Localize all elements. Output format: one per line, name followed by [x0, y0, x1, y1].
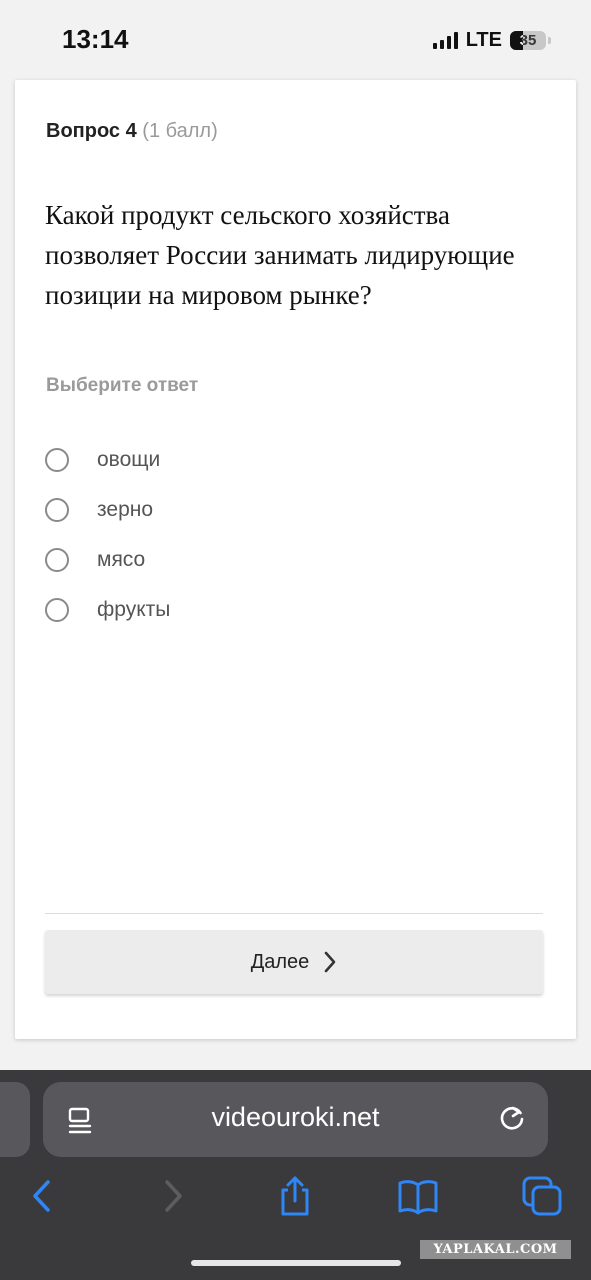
- next-button-label: Далее: [250, 950, 310, 973]
- question-card: Вопрос 4 (1 балл) Какой продукт сельског…: [15, 80, 576, 1039]
- radio-button[interactable]: [45, 448, 69, 472]
- radio-button[interactable]: [45, 548, 69, 572]
- previous-tab-preview[interactable]: [0, 1082, 30, 1157]
- divider: [45, 913, 543, 914]
- answer-option-label: мясо: [97, 548, 146, 571]
- status-indicators: LTE 35: [432, 26, 551, 54]
- back-button[interactable]: [21, 1174, 65, 1218]
- back-icon: [33, 1180, 50, 1212]
- bookmarks-icon: [398, 1180, 438, 1215]
- battery-level: 35: [519, 31, 537, 49]
- status-time: 13:14: [62, 24, 129, 54]
- answer-option-label: овощи: [97, 448, 161, 471]
- signal-icon: [432, 31, 458, 49]
- answer-option-label: зерно: [97, 498, 154, 521]
- answer-option-label: фрукты: [97, 598, 171, 621]
- next-button[interactable]: Далее: [45, 930, 543, 994]
- reload-icon[interactable]: [496, 1102, 528, 1134]
- answer-option[interactable]: фрукты: [45, 585, 545, 635]
- answer-options: овощи зерно мясо фрукты: [45, 435, 545, 635]
- status-bar: 13:14 LTE 35: [0, 0, 591, 72]
- network-type: LTE: [465, 28, 502, 51]
- radio-button[interactable]: [45, 498, 69, 522]
- browser-toolbar: [0, 1170, 591, 1220]
- question-number: Вопрос 4: [46, 120, 137, 142]
- chevron-right-icon: [324, 951, 336, 973]
- url-text[interactable]: videouroki.net: [103, 1102, 488, 1133]
- battery-cap: [548, 36, 551, 44]
- radio-button[interactable]: [45, 598, 69, 622]
- reader-icon[interactable]: [65, 1105, 95, 1135]
- share-button[interactable]: [273, 1174, 317, 1218]
- choose-answer-label: Выберите ответ: [46, 375, 199, 396]
- question-text: Какой продукт сельского хозяйства позвол…: [45, 200, 515, 310]
- forward-icon: [165, 1180, 182, 1212]
- tabs-button[interactable]: [520, 1174, 564, 1218]
- question-header: Вопрос 4 (1 балл): [46, 120, 218, 143]
- bookmarks-button[interactable]: [396, 1174, 440, 1218]
- watermark: YAPLAKAL.COM: [420, 1240, 571, 1259]
- question-points: (1 балл): [142, 120, 218, 142]
- tabs-icon: [522, 1176, 562, 1216]
- forward-button[interactable]: [150, 1174, 194, 1218]
- answer-option[interactable]: зерно: [45, 485, 545, 535]
- home-indicator[interactable]: [191, 1260, 401, 1266]
- battery-icon: 35: [510, 30, 546, 50]
- answer-option[interactable]: овощи: [45, 435, 545, 485]
- address-bar[interactable]: videouroki.net: [43, 1082, 548, 1157]
- share-icon: [281, 1176, 309, 1216]
- answer-option[interactable]: мясо: [45, 535, 545, 585]
